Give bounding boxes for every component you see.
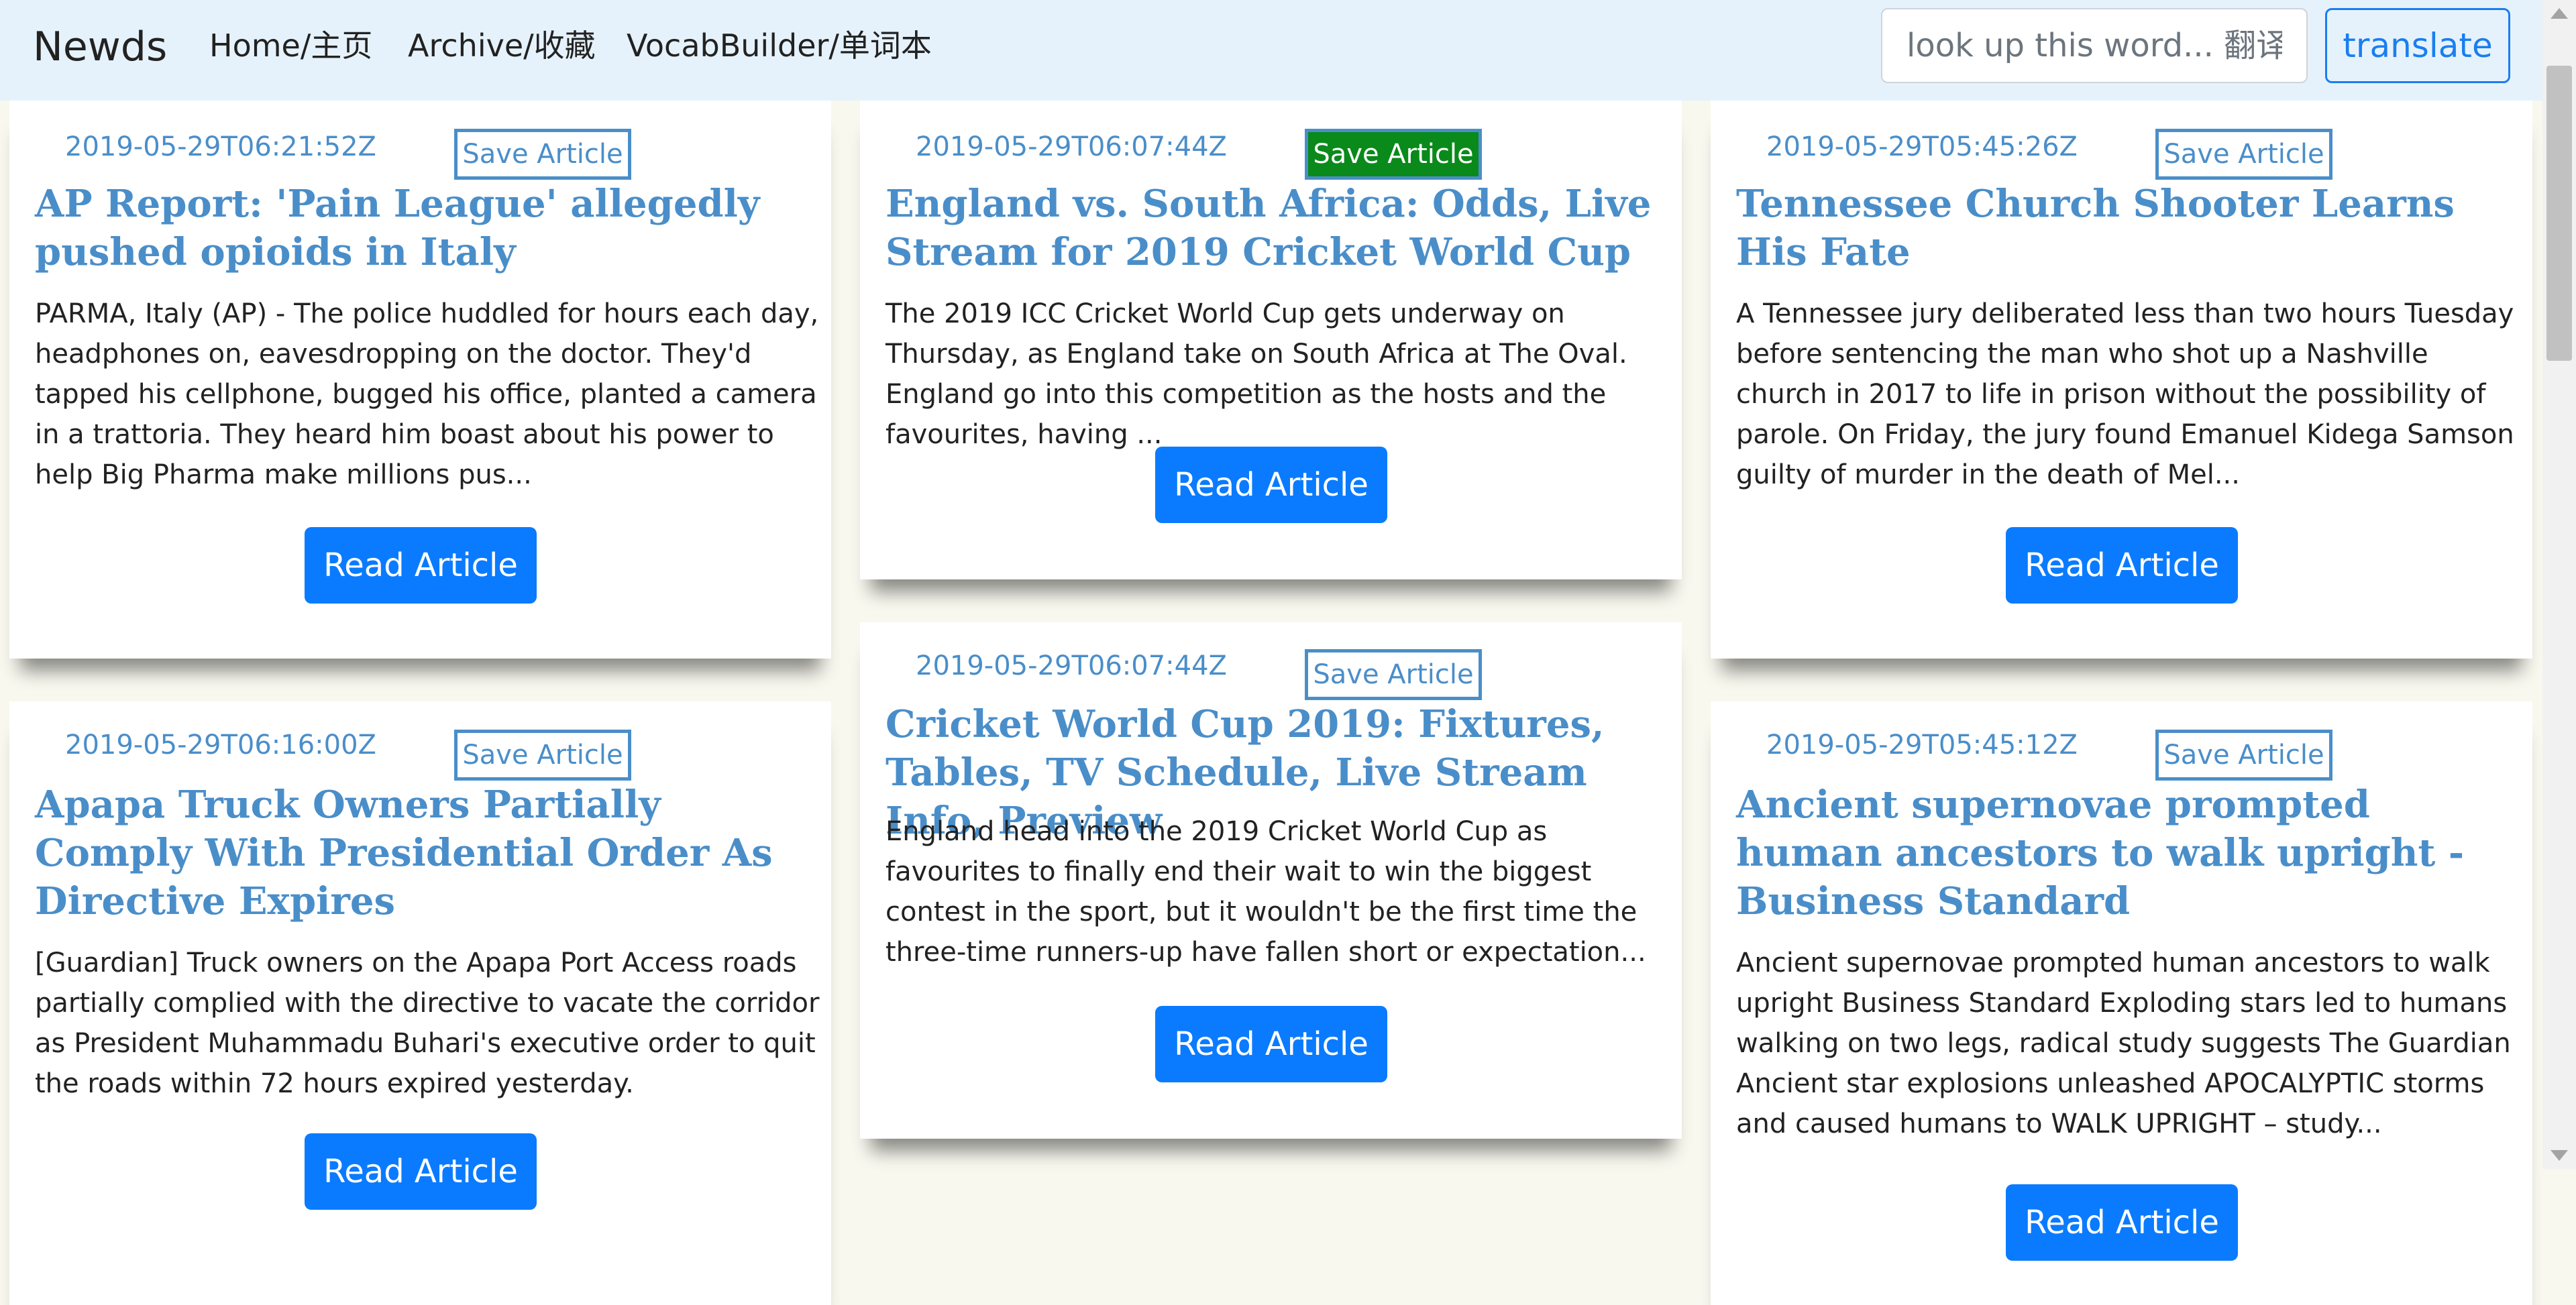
read-article-button[interactable]: Read Article [1155,1006,1387,1082]
read-article-button[interactable]: Read Article [305,1133,537,1210]
article-card: 2019-05-29T06:07:44Z Save Article Cricke… [860,622,1682,1139]
save-article-button[interactable]: Save Article [1305,129,1482,180]
article-card: 2019-05-29T05:45:26Z Save Article Tennes… [1711,101,2532,659]
article-description: The 2019 ICC Cricket World Cup gets unde… [885,298,1627,450]
scroll-down-arrow-icon[interactable] [2551,1150,2568,1161]
read-article-button[interactable]: Read Article [305,527,537,604]
word-lookup-input[interactable] [1881,8,2308,83]
scrollbar-thumb[interactable] [2546,66,2572,361]
nav-link-home[interactable]: Home/主页 [209,24,372,67]
save-article-button[interactable]: Save Article [454,129,631,180]
article-date: 2019-05-29T05:45:12Z [1766,730,2078,760]
article-date: 2019-05-29T06:07:44Z [916,131,1227,162]
article-title[interactable]: Apapa Truck Owners Partially Comply With… [35,781,806,925]
article-date: 2019-05-29T06:16:00Z [65,730,376,760]
article-date: 2019-05-29T05:45:26Z [1766,131,2078,162]
read-article-button[interactable]: Read Article [2006,1184,2238,1261]
article-description: Ancient supernovae prompted human ancest… [1736,948,2511,1139]
article-date: 2019-05-29T06:07:44Z [916,650,1227,681]
article-description: [Guardian] Truck owners on the Apapa Por… [35,948,820,1099]
translate-button[interactable]: translate [2325,8,2510,83]
article-description: PARMA, Italy (AP) - The police huddled f… [35,298,819,490]
save-article-button[interactable]: Save Article [2155,730,2332,781]
article-card: 2019-05-29T06:07:44Z Save Article Englan… [860,101,1682,579]
page-scrollbar[interactable] [2542,0,2576,1169]
nav-link-vocab-builder[interactable]: VocabBuilder/单词本 [627,24,932,67]
article-description: A Tennessee jury deliberated less than t… [1736,298,2514,490]
article-card: 2019-05-29T06:21:52Z Save Article AP Rep… [9,101,831,659]
article-card: 2019-05-29T05:45:12Z Save Article Ancien… [1711,701,2532,1305]
article-title[interactable]: AP Report: 'Pain League' allegedly pushe… [35,180,806,276]
save-article-button[interactable]: Save Article [454,730,631,781]
read-article-button[interactable]: Read Article [2006,527,2238,604]
article-card: 2019-05-29T06:16:00Z Save Article Apapa … [9,701,831,1305]
article-date: 2019-05-29T06:21:52Z [65,131,376,162]
article-title[interactable]: Tennessee Church Shooter Learns His Fate [1736,180,2508,276]
article-title[interactable]: England vs. South Africa: Odds, Live Str… [885,180,1657,276]
scroll-up-arrow-icon[interactable] [2551,8,2568,19]
brand-logo[interactable]: Newds [33,20,167,74]
nav-link-archive[interactable]: Archive/收藏 [408,24,596,67]
article-description: England head into the 2019 Cricket World… [885,816,1646,968]
navbar: Newds Home/主页 Archive/收藏 VocabBuilder/单词… [0,0,2576,101]
article-title[interactable]: Ancient supernovae prompted human ancest… [1736,781,2508,925]
save-article-button[interactable]: Save Article [2155,129,2332,180]
save-article-button[interactable]: Save Article [1305,649,1482,700]
read-article-button[interactable]: Read Article [1155,447,1387,523]
